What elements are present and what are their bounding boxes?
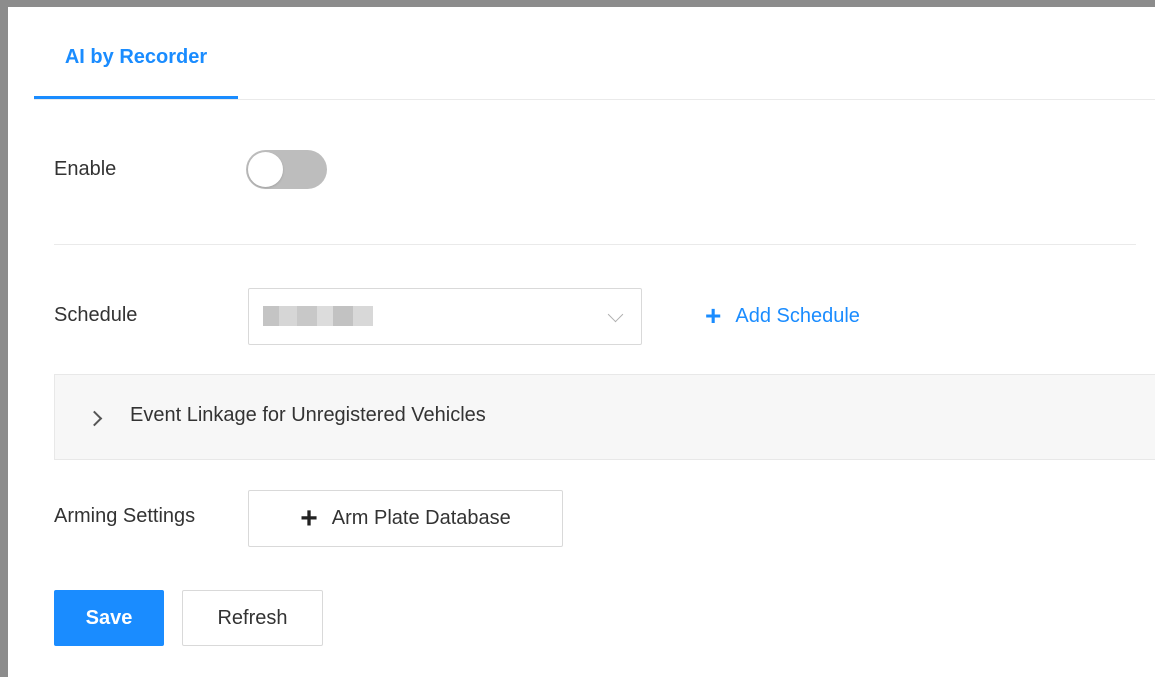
event-linkage-panel-header[interactable]: Event Linkage for Unregistered Vehicles bbox=[54, 374, 1155, 460]
tab-bar: AI by Recorder bbox=[34, 14, 1155, 100]
add-schedule-label: Add Schedule bbox=[735, 304, 860, 327]
chevron-down-icon bbox=[607, 306, 624, 323]
plus-icon: + bbox=[705, 300, 722, 331]
event-linkage-title: Event Linkage for Unregistered Vehicles bbox=[130, 404, 486, 426]
app-window: AI by Recorder Enable Schedule + Add Sch… bbox=[0, 0, 1155, 677]
arm-plate-database-button[interactable]: + Arm Plate Database bbox=[248, 490, 563, 547]
add-schedule-link[interactable]: + Add Schedule bbox=[705, 300, 860, 332]
tab-ai-by-recorder[interactable]: AI by Recorder bbox=[34, 14, 238, 99]
schedule-select[interactable] bbox=[248, 288, 642, 345]
arm-plate-database-label: Arm Plate Database bbox=[331, 507, 511, 529]
enable-label: Enable bbox=[54, 158, 117, 180]
save-label: Save bbox=[85, 606, 133, 629]
schedule-value-obscured bbox=[263, 306, 373, 326]
arming-settings-label: Arming Settings bbox=[54, 505, 196, 527]
refresh-button[interactable]: Refresh bbox=[182, 590, 323, 646]
schedule-label: Schedule bbox=[54, 304, 138, 326]
section-divider bbox=[54, 244, 1136, 245]
toggle-knob bbox=[248, 152, 283, 187]
plus-icon: + bbox=[300, 501, 318, 535]
refresh-label: Refresh bbox=[217, 606, 288, 629]
tab-label: AI by Recorder bbox=[64, 45, 208, 68]
save-button[interactable]: Save bbox=[54, 590, 164, 646]
chevron-right-icon bbox=[86, 410, 103, 427]
enable-toggle[interactable] bbox=[246, 150, 327, 189]
